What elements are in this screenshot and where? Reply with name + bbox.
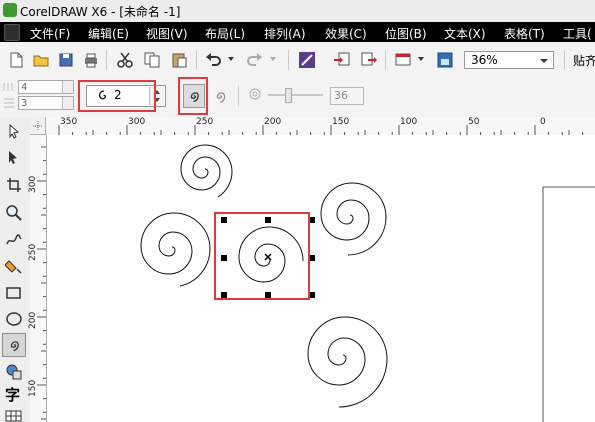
toolbar-separator bbox=[288, 50, 289, 70]
expansion-factor-icon bbox=[249, 88, 261, 100]
import-icon[interactable] bbox=[333, 51, 351, 69]
graph-paper-columns-field[interactable]: 4 bbox=[18, 80, 74, 94]
spiral-shape[interactable] bbox=[140, 212, 211, 287]
welcome-screen-icon[interactable] bbox=[436, 51, 454, 69]
standard-toolbar: 36% 贴齐 bbox=[0, 42, 595, 78]
coreldraw-logo-icon bbox=[3, 3, 17, 17]
menu-bar: 文件(F) 编辑(E) 视图(V) 布局(L) 排列(A) 效果(C) 位图(B… bbox=[0, 22, 595, 42]
columns-icon bbox=[3, 83, 13, 91]
undo-dropdown-icon[interactable] bbox=[226, 54, 236, 64]
ellipse-tool-icon[interactable] bbox=[5, 310, 23, 328]
menu-view[interactable]: 视图(V) bbox=[146, 25, 188, 42]
smart-fill-tool-icon[interactable] bbox=[5, 257, 23, 275]
rectangle-tool-icon[interactable] bbox=[5, 284, 23, 302]
pick-tool-icon[interactable] bbox=[6, 123, 22, 139]
property-bar: 4 3 2 36 bbox=[0, 77, 595, 118]
rows-icon bbox=[4, 98, 14, 108]
ruler-label: 100 bbox=[400, 117, 418, 127]
snap-to-button[interactable]: 贴齐 bbox=[573, 52, 595, 69]
menu-file[interactable]: 文件(F) bbox=[30, 25, 70, 42]
export-icon[interactable] bbox=[360, 51, 378, 69]
menu-text[interactable]: 文本(X) bbox=[444, 25, 486, 42]
highlight-box-selection bbox=[214, 212, 310, 300]
table-tool-icon[interactable] bbox=[5, 410, 23, 422]
columns-value: 4 bbox=[21, 82, 28, 93]
undo-icon[interactable] bbox=[204, 51, 222, 69]
toolbar-separator bbox=[238, 86, 239, 106]
chevron-down-icon bbox=[540, 59, 548, 63]
horizontal-ruler[interactable]: 350 300 250 200 150 100 50 0 bbox=[46, 117, 595, 136]
rows-value: 3 bbox=[21, 98, 28, 109]
ruler-label: 300 bbox=[128, 117, 146, 127]
rotation-center-marker[interactable] bbox=[264, 253, 272, 261]
spinner-arrows[interactable] bbox=[62, 81, 73, 93]
toolbar-separator bbox=[564, 50, 565, 70]
freehand-tool-icon[interactable] bbox=[5, 230, 23, 248]
ruler-label: 250 bbox=[28, 243, 38, 261]
menu-effects[interactable]: 效果(C) bbox=[325, 25, 367, 42]
expansion-value-field[interactable]: 36 bbox=[330, 87, 364, 105]
ruler-label: 350 bbox=[60, 117, 78, 127]
menu-table[interactable]: 表格(T) bbox=[504, 25, 545, 42]
highlight-box-spiral-type bbox=[178, 77, 208, 115]
copy-icon[interactable] bbox=[143, 51, 161, 69]
expansion-slider-thumb[interactable] bbox=[285, 88, 292, 103]
ruler-label: 0 bbox=[540, 117, 546, 127]
toolbar-separator bbox=[106, 50, 107, 70]
paste-icon[interactable] bbox=[170, 51, 188, 69]
menu-arrange[interactable]: 排列(A) bbox=[264, 25, 306, 42]
ruler-label: 300 bbox=[28, 175, 38, 193]
highlight-box-revolutions bbox=[78, 80, 156, 112]
spiral-shape[interactable] bbox=[180, 144, 233, 198]
canvas-drawing bbox=[140, 144, 595, 422]
ruler-label: 150 bbox=[332, 117, 350, 127]
shape-tool-icon[interactable] bbox=[6, 149, 22, 165]
spiral-shape[interactable] bbox=[307, 316, 388, 408]
application-launcher-icon[interactable] bbox=[394, 51, 412, 69]
text-tool-icon[interactable]: 字 bbox=[5, 384, 20, 405]
print-icon[interactable] bbox=[82, 51, 100, 69]
menu-tools[interactable]: 工具( bbox=[563, 25, 592, 42]
ruler-label: 200 bbox=[28, 311, 38, 329]
page-border bbox=[542, 186, 595, 422]
spinner-arrows[interactable] bbox=[62, 97, 73, 109]
launcher-dropdown-icon[interactable] bbox=[416, 54, 426, 64]
expansion-slider-track[interactable] bbox=[268, 94, 323, 96]
ruler-origin-icon bbox=[33, 121, 43, 131]
drawing-canvas[interactable] bbox=[47, 135, 595, 422]
spiral-shape[interactable] bbox=[320, 182, 387, 256]
open-folder-icon[interactable] bbox=[32, 51, 50, 69]
menu-edit[interactable]: 编辑(E) bbox=[88, 25, 129, 42]
spiral-tool-button[interactable] bbox=[2, 333, 26, 357]
basic-shapes-tool-icon[interactable] bbox=[5, 363, 23, 381]
vertical-ruler[interactable]: 300 250 200 150 bbox=[28, 135, 47, 422]
redo-icon[interactable] bbox=[246, 51, 264, 69]
logarithmic-spiral-icon[interactable] bbox=[211, 87, 229, 105]
ruler-origin[interactable] bbox=[30, 117, 46, 135]
ruler-label: 200 bbox=[264, 117, 282, 127]
zoom-level-select[interactable]: 36% bbox=[464, 51, 554, 69]
title-bar: CorelDRAW X6 - [未命名 -1] bbox=[0, 0, 595, 23]
zoom-level-value: 36% bbox=[471, 53, 498, 67]
app-menu-icon[interactable] bbox=[4, 24, 20, 41]
spiral-tool-icon bbox=[10, 341, 19, 352]
graph-paper-rows-field[interactable]: 3 bbox=[18, 96, 74, 110]
redo-dropdown-icon[interactable] bbox=[268, 54, 278, 64]
crop-tool-icon[interactable] bbox=[6, 177, 22, 193]
zoom-tool-icon[interactable] bbox=[5, 204, 23, 222]
new-document-icon[interactable] bbox=[7, 51, 25, 69]
save-icon[interactable] bbox=[57, 51, 75, 69]
toolbar-separator bbox=[385, 50, 386, 70]
ruler-label: 250 bbox=[196, 117, 214, 127]
menu-bitmaps[interactable]: 位图(B) bbox=[385, 25, 427, 42]
cut-icon[interactable] bbox=[116, 51, 134, 69]
toolbar-separator bbox=[196, 50, 197, 70]
window-title: CorelDRAW X6 - [未命名 -1] bbox=[20, 5, 181, 19]
menu-layout[interactable]: 布局(L) bbox=[205, 25, 245, 42]
ruler-label: 50 bbox=[468, 117, 480, 127]
toolbox: 字 bbox=[0, 117, 31, 422]
search-content-icon[interactable] bbox=[298, 51, 316, 69]
ruler-label: 150 bbox=[28, 379, 38, 397]
